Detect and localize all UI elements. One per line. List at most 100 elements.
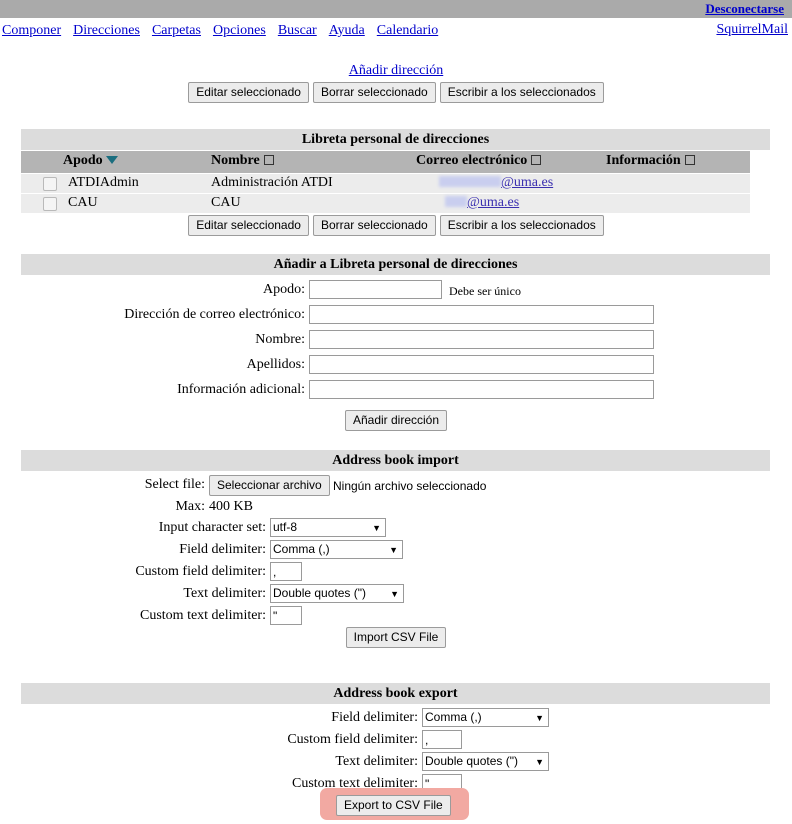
label-max: Max: <box>175 499 205 514</box>
table-row[interactable]: CAU CAU @uma.es <box>21 194 750 213</box>
add-address-link-top-wrap: Añadir dirección <box>0 62 792 79</box>
edit-selected-button-bottom[interactable]: Editar seleccionado <box>188 215 309 236</box>
nav-item-direcciones[interactable]: Direcciones <box>73 23 140 38</box>
export-field-delimiter-select[interactable]: Comma (,) ▼ <box>422 708 549 727</box>
nav-item-ayuda[interactable]: Ayuda <box>329 23 365 38</box>
import-csv-button[interactable]: Import CSV File <box>345 627 447 648</box>
file-status-text: Ningún archivo seleccionado <box>333 479 487 493</box>
row-checkbox[interactable] <box>43 177 57 191</box>
import-submit-row: Import CSV File <box>0 627 792 648</box>
input-charset-value: utf-8 <box>273 520 298 534</box>
chevron-down-icon: ▼ <box>372 523 381 533</box>
chevron-down-icon: ▼ <box>390 589 399 599</box>
export-field-delimiter-value: Comma (,) <box>425 710 482 724</box>
label-export-field-delimiter: Field delimiter: <box>331 710 418 725</box>
main-nav: Componer Direcciones Carpetas Opciones Busca… <box>0 18 792 44</box>
chevron-down-icon: ▼ <box>535 757 544 767</box>
write-selected-button-top[interactable]: Escribir a los seleccionados <box>439 82 604 103</box>
email-domain-link[interactable]: @uma.es <box>501 175 553 190</box>
choose-file-button[interactable]: Seleccionar archivo <box>209 475 330 496</box>
redacted-email-local-part <box>445 196 467 208</box>
import-text-delimiter-value: Double quotes (") <box>273 586 366 600</box>
add-address-link-top[interactable]: Añadir dirección <box>349 63 443 78</box>
add-address-submit-button[interactable]: Añadir dirección <box>344 410 448 431</box>
sort-none-icon[interactable] <box>263 155 274 166</box>
top-button-row: Editar seleccionado Borrar seleccionado Es… <box>0 82 792 103</box>
label-email: Dirección de correo electrónico: <box>124 307 305 322</box>
delete-selected-button-bottom[interactable]: Borrar seleccionado <box>312 215 436 236</box>
edit-selected-button-top[interactable]: Editar seleccionado <box>188 82 309 103</box>
page-root: Desconectarse Componer Direcciones Carpeta… <box>0 0 792 824</box>
delete-selected-button-top[interactable]: Borrar seleccionado <box>312 82 436 103</box>
write-selected-button-bottom[interactable]: Escribir a los seleccionados <box>439 215 604 236</box>
import-field-delimiter-select[interactable]: Comma (,) ▼ <box>270 540 403 559</box>
address-book-title: Libreta personal de direcciones <box>21 129 770 150</box>
import-custom-text-delimiter-input[interactable] <box>270 606 302 625</box>
sort-descending-icon[interactable] <box>105 155 118 164</box>
cell-name: CAU <box>211 195 241 210</box>
cell-email: @uma.es <box>439 175 553 191</box>
table-button-row: Editar seleccionado Borrar seleccionado Es… <box>0 215 792 236</box>
cell-name: Administración ATDI <box>211 175 333 190</box>
label-import-custom-text-delimiter: Custom text delimiter: <box>140 608 266 623</box>
export-title: Address book export <box>21 683 770 704</box>
column-header-apodo[interactable]: Apodo <box>63 153 118 169</box>
export-text-delimiter-select[interactable]: Double quotes (") ▼ <box>422 752 549 771</box>
add-form-submit-row: Añadir dirección <box>0 410 792 431</box>
informacion-adicional-input[interactable] <box>309 380 654 399</box>
nav-item-opciones[interactable]: Opciones <box>213 23 266 38</box>
label-import-custom-field-delimiter: Custom field delimiter: <box>135 564 266 579</box>
add-form-title: Añadir a Libreta personal de direcciones <box>21 254 770 275</box>
label-export-text-delimiter: Text delimiter: <box>335 754 418 769</box>
column-header-informacion[interactable]: Información <box>606 153 695 169</box>
top-bar: Desconectarse <box>0 0 792 18</box>
label-apodo: Apodo: <box>263 282 305 297</box>
label-select-file: Select file: <box>144 477 205 492</box>
label-import-text-delimiter: Text delimiter: <box>183 586 266 601</box>
chevron-down-icon: ▼ <box>389 545 398 555</box>
import-text-delimiter-select[interactable]: Double quotes (") ▼ <box>270 584 404 603</box>
squirrelmail-brand-link[interactable]: SquirrelMail <box>716 22 788 38</box>
nombre-input[interactable] <box>309 330 654 349</box>
cell-nickname: ATDIAdmin <box>68 175 139 190</box>
label-nombre: Nombre: <box>255 332 305 347</box>
apodo-input[interactable] <box>309 280 442 299</box>
label-informacion-adicional: Información adicional: <box>177 382 305 397</box>
apellidos-input[interactable] <box>309 355 654 374</box>
cell-nickname: CAU <box>68 195 98 210</box>
sort-none-icon[interactable] <box>684 155 695 166</box>
sort-none-icon[interactable] <box>531 155 542 166</box>
nav-links: Componer Direcciones Carpetas Opciones Busca… <box>2 22 450 39</box>
row-checkbox[interactable] <box>43 197 57 211</box>
column-header-informacion-label: Información <box>606 153 681 168</box>
export-text-delimiter-value: Double quotes (") <box>425 754 518 768</box>
column-header-apodo-label: Apodo <box>63 153 103 168</box>
address-table-header: Apodo Nombre Correo electrónico Informac… <box>21 151 750 173</box>
nav-item-calendario[interactable]: Calendario <box>377 23 438 38</box>
input-charset-select[interactable]: utf-8 ▼ <box>270 518 386 537</box>
label-export-custom-field-delimiter: Custom field delimiter: <box>287 732 418 747</box>
column-header-nombre-label: Nombre <box>211 153 260 168</box>
logout-link[interactable]: Desconectarse <box>705 1 784 17</box>
redacted-email-local-part <box>439 176 501 188</box>
email-input[interactable] <box>309 305 654 324</box>
import-field-delimiter-value: Comma (,) <box>273 542 330 556</box>
apodo-hint: Debe ser único <box>449 284 521 298</box>
import-custom-field-delimiter-input[interactable] <box>270 562 302 581</box>
export-custom-field-delimiter-input[interactable] <box>422 730 462 749</box>
nav-item-carpetas[interactable]: Carpetas <box>152 23 201 38</box>
email-domain-link[interactable]: @uma.es <box>467 195 519 210</box>
max-value: 400 KB <box>209 499 253 514</box>
column-header-correo-label: Correo electrónico <box>416 153 528 168</box>
table-row[interactable]: ATDIAdmin Administración ATDI @uma.es <box>21 174 750 193</box>
import-title: Address book import <box>21 450 770 471</box>
label-input-charset: Input character set: <box>158 520 266 535</box>
nav-item-componer[interactable]: Componer <box>2 23 61 38</box>
column-header-correo[interactable]: Correo electrónico <box>416 153 542 169</box>
cell-email: @uma.es <box>445 195 519 211</box>
export-csv-button[interactable]: Export to CSV File <box>336 795 451 816</box>
nav-item-buscar[interactable]: Buscar <box>278 23 317 38</box>
chevron-down-icon: ▼ <box>535 713 544 723</box>
label-import-field-delimiter: Field delimiter: <box>179 542 266 557</box>
column-header-nombre[interactable]: Nombre <box>211 153 274 169</box>
